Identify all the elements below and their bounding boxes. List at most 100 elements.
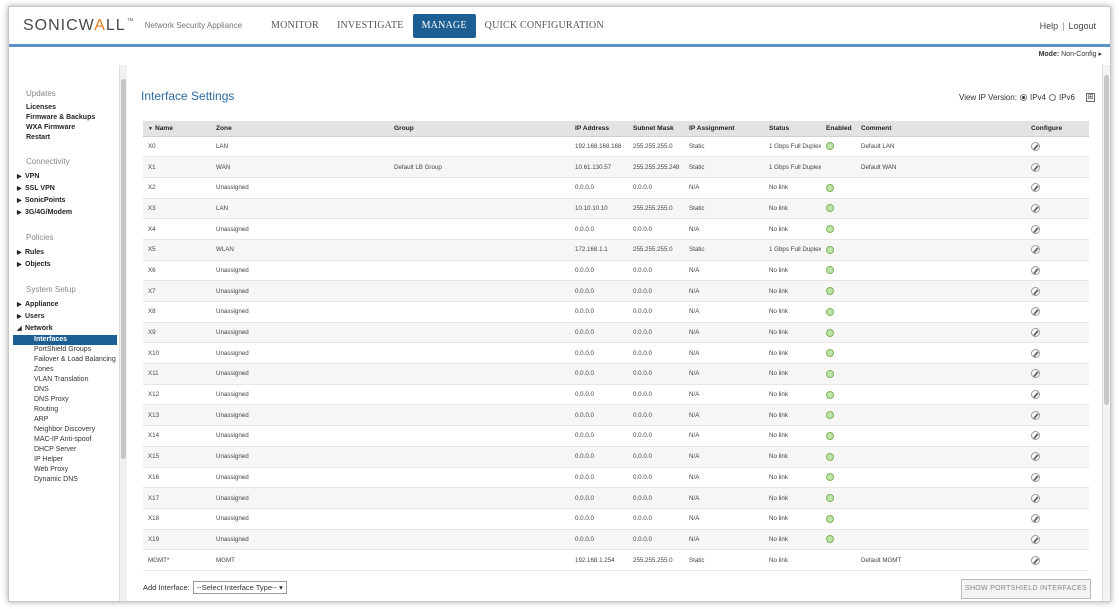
table-row[interactable]: X11 Unassigned 0.0.0.0 0.0.0.0 N/A No link [143,363,1089,385]
table-row[interactable]: X16 Unassigned 0.0.0.0 0.0.0.0 N/A No link [143,467,1089,489]
expand-icon[interactable]: ⊞ [1086,93,1095,102]
sidebar-item-users[interactable]: ▶ Users [17,311,119,323]
table-row[interactable]: MGMT* MGMT 192.168.1.254 255.255.255.0 Stati… [143,549,1089,571]
edit-icon[interactable] [1031,141,1040,151]
table-row[interactable]: X10 Unassigned 0.0.0.0 0.0.0.0 N/A No link [143,342,1089,365]
nav-manage[interactable]: MANAGE [412,13,476,38]
edit-icon[interactable] [1031,245,1040,255]
sidebar-subitem-mac-ip-anti-spoof[interactable]: MAC-IP Anti-spoof [34,435,119,445]
table-row[interactable]: X5 WLAN 172.168.1.1 255.255.255.0 Static 1 Gb… [143,239,1089,261]
edit-icon[interactable] [1031,265,1040,275]
show-portshield-interfaces-button[interactable]: SHOW PORTSHIELD INTERFACES [961,579,1091,599]
nav-quick-configuration[interactable]: QUICK CONFIGURATION [476,14,613,38]
sidebar-subitem-failover-load-balancing[interactable]: Failover & Load Balancing [34,355,119,365]
edit-icon[interactable] [1031,472,1040,482]
table-row[interactable]: X2 Unassigned 0.0.0.0 0.0.0.0 N/A No link [143,177,1089,199]
cell-status: No link [764,549,821,571]
sidebar-scrollbar[interactable] [119,65,127,601]
table-row[interactable]: X13 Unassigned 0.0.0.0 0.0.0.0 N/A No link [143,404,1089,427]
table-row[interactable]: X3 LAN 10.10.10.10 255.255.255.0 Static No li… [143,198,1089,220]
table-row[interactable]: X19 Unassigned 0.0.0.0 0.0.0.0 N/A No link [143,529,1089,551]
logout-link[interactable]: Logout [1068,21,1096,31]
column-header-subnet-mask[interactable]: Subnet Mask [628,121,684,137]
sidebar-item-appliance[interactable]: ▶ Appliance [17,299,119,311]
table-row[interactable]: X8 Unassigned 0.0.0.0 0.0.0.0 N/A No link [143,301,1089,323]
table-row[interactable]: X17 Unassigned 0.0.0.0 0.0.0.0 N/A No link [143,487,1089,509]
sidebar-subitem-arp[interactable]: ARP [34,415,119,425]
nav-investigate[interactable]: INVESTIGATE [328,14,413,38]
edit-icon[interactable] [1031,555,1040,565]
sidebar-item-3g-4g-modem[interactable]: ▶ 3G/4G/Modem [17,207,119,219]
sidebar-item-ssl-vpn[interactable]: ▶ SSL VPN [17,183,119,195]
nav-monitor[interactable]: MONITOR [262,14,328,38]
edit-icon[interactable] [1031,328,1040,338]
cell-ip: 0.0.0.0 [570,363,628,385]
help-link[interactable]: Help [1040,21,1059,31]
table-row[interactable]: X6 Unassigned 0.0.0.0 0.0.0.0 N/A No link [143,260,1089,282]
edit-icon[interactable] [1031,203,1040,213]
edit-icon[interactable] [1031,410,1040,420]
sidebar-item-network[interactable]: ◢ Network [17,323,119,335]
interface-type-select[interactable]: --Select Interface Type-- ▾ [192,581,287,594]
edit-icon[interactable] [1031,348,1040,358]
edit-icon[interactable] [1031,390,1040,400]
table-row[interactable]: X4 Unassigned 0.0.0.0 0.0.0.0 N/A No link [143,218,1089,240]
sidebar-subitem-vlan-translation[interactable]: VLAN Translation [34,375,119,385]
column-header-ip-assignment[interactable]: IP Assignment [684,121,764,137]
column-header-zone[interactable]: Zone [211,121,389,137]
column-header-name[interactable]: ▼ Name [143,121,211,137]
table-row[interactable]: X12 Unassigned 0.0.0.0 0.0.0.0 N/A No link [143,384,1089,406]
mode-indicator[interactable]: Mode: Non-Config ▸ [1039,50,1102,58]
sidebar-subitem-neighbor-discovery[interactable]: Neighbor Discovery [34,425,119,435]
sidebar-subitem-zones[interactable]: Zones [34,365,119,375]
main-scroll-thumb[interactable] [1104,75,1109,405]
table-row[interactable]: X0 LAN 192.168.168.168 255.255.255.0 Static 1… [143,136,1089,158]
table-row[interactable]: X9 Unassigned 0.0.0.0 0.0.0.0 N/A No link [143,322,1089,344]
edit-icon[interactable] [1031,286,1040,296]
table-row[interactable]: X18 Unassigned 0.0.0.0 0.0.0.0 N/A No link [143,508,1089,530]
table-row[interactable]: X7 Unassigned 0.0.0.0 0.0.0.0 N/A No link [143,280,1089,302]
sidebar-item-firmware-backups[interactable]: Firmware & Backups [26,113,119,123]
sidebar-item-restart[interactable]: Restart [26,133,119,143]
sidebar-item-wxa-firmware[interactable]: WXA Firmware [26,123,119,133]
sidebar-subitem-routing[interactable]: Routing [34,405,119,415]
sidebar-item-vpn[interactable]: ▶ VPN [17,171,119,183]
main-scrollbar[interactable] [1102,65,1110,601]
edit-icon[interactable] [1031,224,1040,234]
sidebar-subitem-dhcp-server[interactable]: DHCP Server [34,445,119,455]
edit-icon[interactable] [1031,493,1040,503]
sidebar-subitem-interfaces[interactable]: Interfaces [13,335,117,345]
sidebar-subitem-ip-helper[interactable]: IP Helper [34,455,119,465]
edit-icon[interactable] [1031,514,1040,524]
sidebar-item-sonicpoints[interactable]: ▶ SonicPoints [17,195,119,207]
column-header-configure[interactable]: Configure [1026,121,1089,137]
sidebar-scroll-thumb[interactable] [121,79,126,459]
sonicwall-logo: SONICWALL™ [23,16,135,34]
ipv4-radio[interactable] [1019,94,1027,101]
edit-icon[interactable] [1031,307,1040,317]
table-row[interactable]: X1 WAN Default LB Group 10.61.130.57 255.255… [143,156,1089,178]
edit-icon[interactable] [1031,369,1040,379]
column-header-comment[interactable]: Comment [856,121,1026,137]
sidebar-subitem-dns[interactable]: DNS [34,385,119,395]
ipv6-radio[interactable] [1048,94,1056,101]
edit-icon[interactable] [1031,534,1040,544]
sidebar-item-licenses[interactable]: Licenses [26,103,119,113]
sidebar-subitem-web-proxy[interactable]: Web Proxy [34,465,119,475]
column-header-ip-address[interactable]: IP Address [570,121,628,137]
edit-icon[interactable] [1031,183,1040,193]
sidebar-subitem-portshield-groups[interactable]: PortShield Groups [34,345,119,355]
sidebar-item-rules[interactable]: ▶ Rules [17,247,119,259]
column-header-group[interactable]: Group [389,121,570,137]
edit-icon[interactable] [1031,452,1040,462]
sidebar-item-objects[interactable]: ▶ Objects [17,259,119,271]
edit-icon[interactable] [1031,162,1040,172]
table-row[interactable]: X14 Unassigned 0.0.0.0 0.0.0.0 N/A No link [143,425,1089,447]
column-header-enabled[interactable]: Enabled [821,121,856,137]
sidebar-subitem-dns-proxy[interactable]: DNS Proxy [34,395,119,405]
sidebar-subitem-dynamic-dns[interactable]: Dynamic DNS [34,475,119,485]
table-row[interactable]: X15 Unassigned 0.0.0.0 0.0.0.0 N/A No link [143,446,1089,468]
edit-icon[interactable] [1031,431,1040,441]
column-header-status[interactable]: Status [764,121,821,137]
cell-ip: 192.168.168.168 [570,136,628,158]
